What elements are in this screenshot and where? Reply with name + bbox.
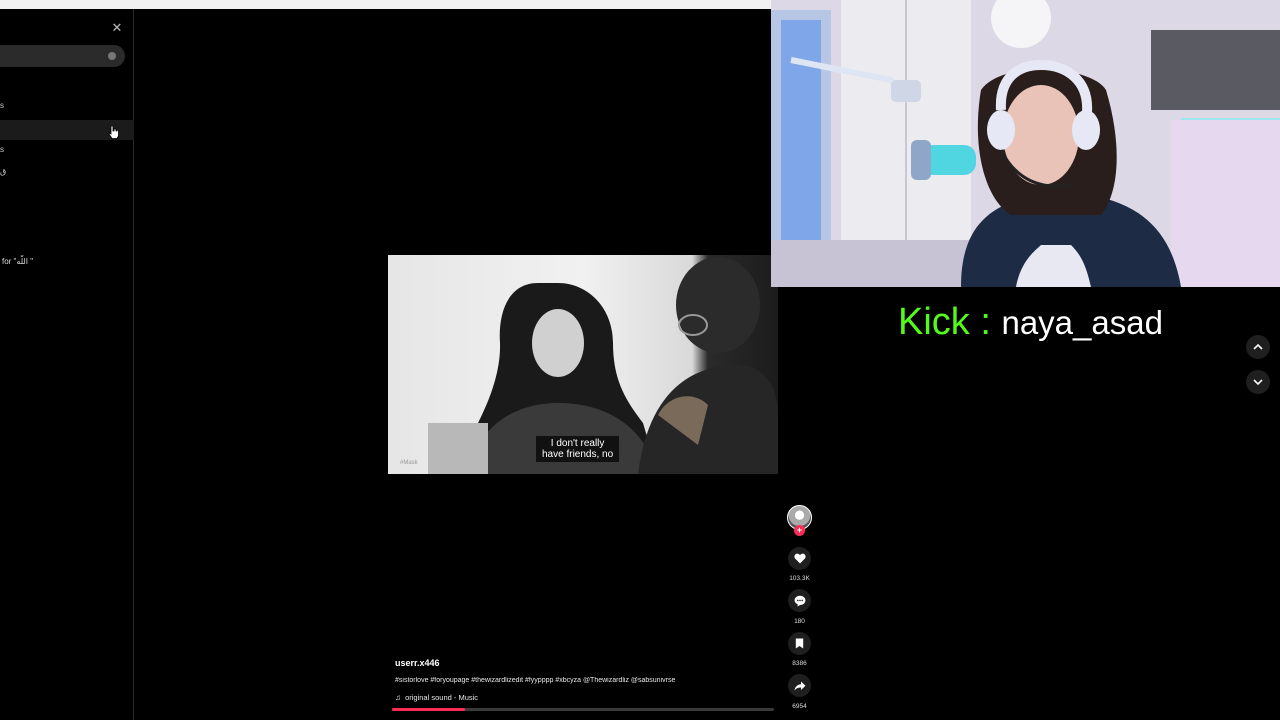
- comment-icon: [794, 595, 805, 606]
- kick-overlay: Kick : naya_asad: [898, 298, 1163, 347]
- webcam-scene: [771, 0, 1280, 287]
- search-suggestion[interactable]: s: [0, 142, 134, 158]
- close-icon[interactable]: ✕: [110, 21, 124, 35]
- post-hashtags[interactable]: #sistorlove #foryoupage #thewizardlizedi…: [395, 677, 770, 684]
- bookmark-icon: [795, 638, 804, 649]
- video-progress-fill: [392, 708, 465, 711]
- search-suggestion[interactable]: s: [0, 98, 134, 114]
- comment-button[interactable]: [788, 589, 811, 612]
- video-progress-bar[interactable]: [392, 708, 774, 711]
- share-button[interactable]: [788, 674, 811, 697]
- post-username[interactable]: userr.x446: [395, 658, 440, 668]
- chevron-up-icon: [1253, 344, 1263, 350]
- search-suggestion[interactable]: ق: [0, 164, 134, 180]
- video-watermark: #Mask: [400, 460, 418, 466]
- video-player[interactable]: I don't really have friends, no #Mask: [388, 255, 778, 474]
- browser-top-bar: [0, 0, 771, 9]
- share-arrow-icon: [794, 681, 805, 690]
- follow-plus-icon[interactable]: +: [794, 525, 805, 536]
- previous-video-button[interactable]: [1246, 335, 1270, 359]
- music-note-icon: ♫: [395, 693, 401, 702]
- post-sound[interactable]: ♫ original sound - Music: [395, 693, 478, 702]
- hand-cursor-icon: [108, 125, 119, 139]
- kick-username: naya_asad: [1001, 304, 1163, 341]
- chevron-down-icon: [1253, 379, 1263, 385]
- video-caption: I don't really have friends, no: [536, 436, 620, 462]
- search-sidebar: ✕ s s ق for "اللّه ": [0, 9, 134, 720]
- kick-label: Kick :: [898, 301, 991, 343]
- save-count: 8386: [792, 660, 807, 667]
- next-video-button[interactable]: [1246, 370, 1270, 394]
- video-frame-man: [638, 257, 778, 474]
- heart-icon: [793, 553, 806, 564]
- clear-search-icon[interactable]: [108, 52, 116, 60]
- webcam-feed: [771, 0, 1280, 287]
- search-for-query[interactable]: for "اللّه ": [2, 257, 33, 266]
- like-count: 103.3K: [789, 575, 810, 582]
- comment-count: 180: [794, 618, 805, 625]
- save-button[interactable]: [788, 632, 811, 655]
- like-button[interactable]: [788, 547, 811, 570]
- share-count: 6954: [792, 703, 807, 710]
- search-input[interactable]: [0, 45, 125, 67]
